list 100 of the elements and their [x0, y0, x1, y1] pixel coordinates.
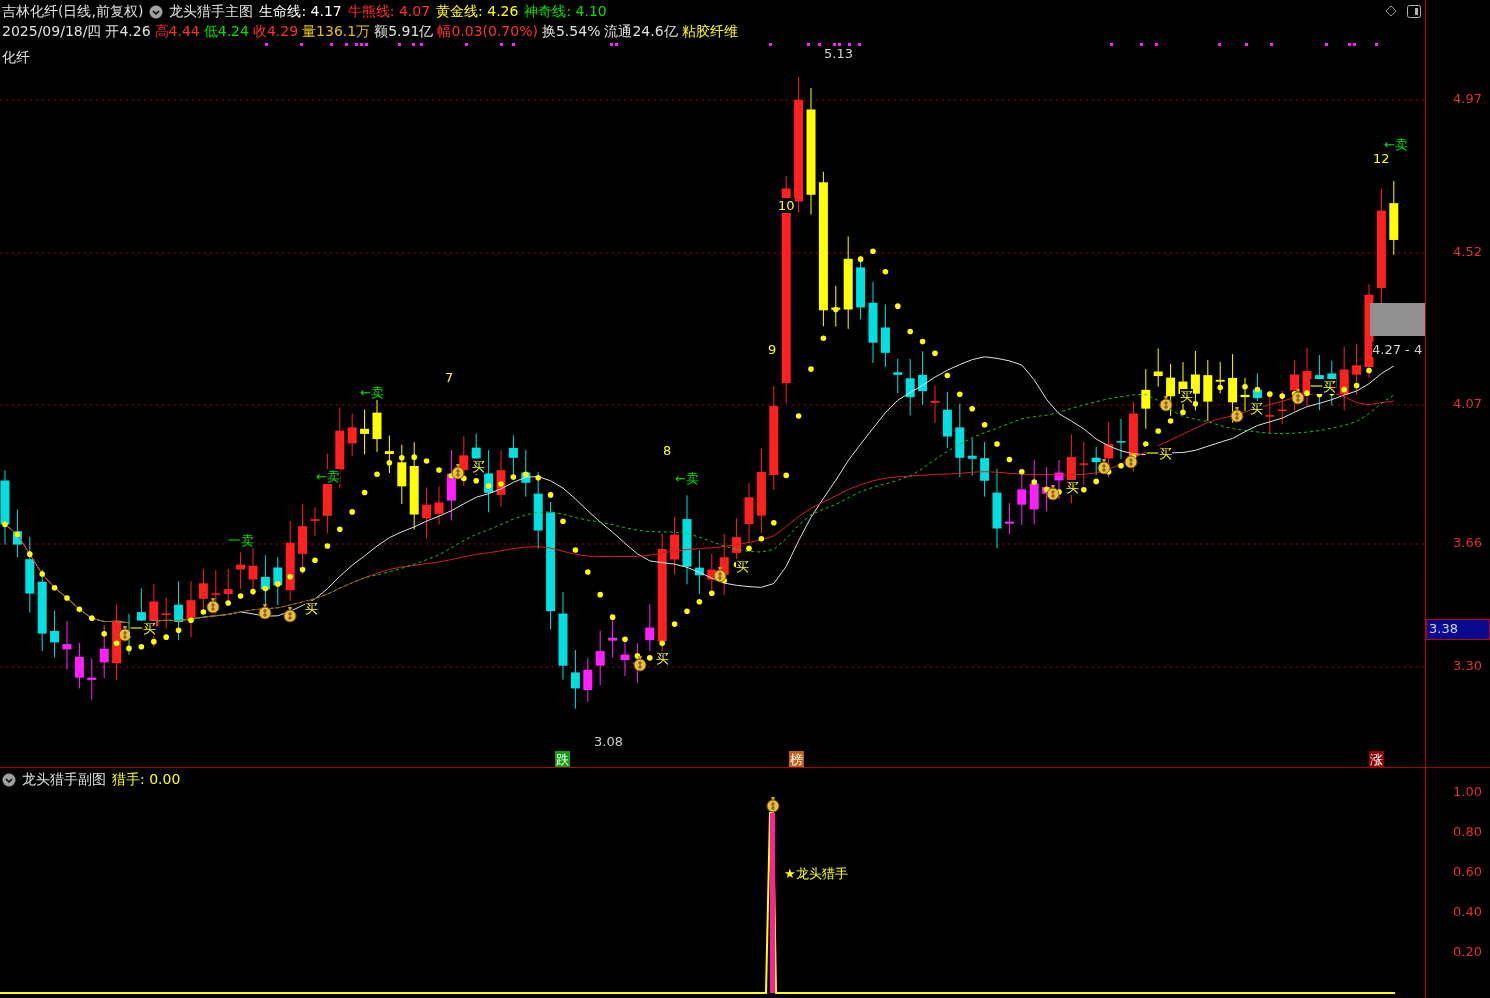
candle	[1116, 418, 1126, 460]
count-label: 9	[768, 342, 777, 357]
sell-label: 一卖	[228, 533, 254, 548]
quote-field: 粘胶纤维	[681, 22, 738, 41]
buy-label: 买	[736, 559, 749, 574]
candle	[1153, 347, 1163, 388]
price-range-block	[1370, 303, 1425, 336]
candle	[74, 642, 84, 689]
dropdown-icon[interactable]	[2, 772, 16, 787]
candle	[694, 549, 704, 595]
diamond-icon[interactable]	[1385, 5, 1397, 17]
quote-field: 幅0.03(0.70%)	[437, 22, 538, 41]
dropdown-icon[interactable]	[149, 4, 164, 19]
quote-field: 流通24.6亿	[604, 22, 678, 41]
money-bag-icon	[1159, 396, 1173, 412]
candle	[930, 385, 940, 424]
quote-field: 额5.91亿	[374, 22, 434, 41]
quote-field: 2025/09/18/四	[2, 22, 102, 41]
money-bag-icon	[633, 656, 647, 672]
candle	[645, 603, 655, 652]
count-label: 10	[778, 198, 795, 213]
candle	[62, 620, 72, 670]
candle	[298, 503, 308, 575]
candle	[1104, 421, 1114, 478]
money-bag-icon	[451, 464, 465, 480]
candle	[1203, 359, 1213, 422]
money-bag-icon	[118, 626, 132, 642]
candle	[496, 449, 506, 508]
candle	[50, 610, 60, 658]
sell-label: ←卖	[316, 469, 340, 484]
candle	[595, 630, 605, 686]
buy-label: 买	[1250, 401, 1263, 416]
money-bag-icon	[1230, 407, 1244, 423]
candle	[161, 597, 171, 629]
price-label: 3.08	[594, 734, 623, 749]
candle	[1029, 459, 1039, 525]
signal-badge: 榜	[789, 751, 804, 767]
candle	[670, 516, 680, 575]
value-tick: 0.20	[1453, 945, 1482, 959]
buy-label: 买	[472, 459, 485, 474]
candle	[893, 358, 903, 394]
indicator-value: 生命线: 4.17	[259, 2, 342, 21]
price-tick: 4.07	[1453, 397, 1482, 411]
count-label: 12	[1373, 151, 1390, 166]
candle	[1339, 346, 1349, 411]
buy-label: 买	[1180, 389, 1193, 404]
candle	[1290, 359, 1300, 412]
candle	[347, 413, 357, 457]
signal-badge: 跌	[555, 751, 570, 767]
buy-label: 一买	[1310, 379, 1336, 394]
signal-badge: 涨	[1369, 751, 1384, 767]
money-bag-icon	[1046, 485, 1060, 501]
candle	[434, 485, 444, 525]
sell-label: ←卖	[675, 471, 699, 486]
candle	[1166, 363, 1176, 417]
quote-field: 量136.1万	[302, 22, 371, 41]
candle	[384, 435, 394, 474]
sell-label: ←卖	[360, 385, 384, 400]
candle	[1352, 343, 1362, 395]
value-tick: 0.60	[1453, 865, 1482, 879]
candle	[1215, 361, 1225, 394]
price-label: 5.13	[824, 46, 853, 61]
buy-label: 一买	[1146, 446, 1172, 461]
money-bag-icon	[1097, 459, 1111, 475]
candle	[99, 624, 109, 679]
candle	[744, 482, 754, 544]
candle	[174, 580, 184, 641]
quote-field: 开4.26	[105, 22, 151, 41]
money-bag-icon	[258, 604, 272, 620]
price-tick: 4.52	[1453, 245, 1482, 259]
price-tick: 3.30	[1453, 659, 1482, 673]
candle	[1004, 502, 1014, 535]
buy-label: 买	[305, 601, 318, 616]
candle	[942, 391, 952, 449]
candle	[422, 486, 432, 539]
money-bag-icon	[206, 598, 220, 614]
sell-label: ←卖	[1384, 137, 1408, 152]
candle	[87, 657, 97, 701]
count-label: 7	[445, 370, 454, 385]
indicator-name: 龙头猎手主图	[169, 2, 254, 21]
quote-field: 收4.29	[252, 22, 299, 41]
money-bag-icon	[1124, 453, 1138, 469]
candle	[211, 569, 221, 615]
indicator-value: 神奇线: 4.10	[524, 2, 607, 21]
quote-field: 高4.44	[154, 22, 200, 41]
indicator-value: 猎手: 0.00	[112, 770, 181, 789]
candle	[570, 649, 580, 710]
candle	[967, 438, 977, 476]
candle	[1017, 474, 1027, 526]
candle	[620, 640, 630, 677]
indicator-value: 黄金线: 4.26	[436, 2, 519, 21]
money-bag-icon	[283, 607, 297, 623]
money-bag-icon	[713, 567, 727, 583]
price-label: 4.27 - 4	[1372, 342, 1423, 357]
buy-label: 买	[1066, 480, 1079, 495]
value-tick: 0.80	[1453, 825, 1482, 839]
candle	[980, 441, 990, 498]
value-tick: 0.40	[1453, 905, 1482, 919]
panel-toggle-icon[interactable]	[1407, 5, 1421, 18]
stock-name: 吉林化纤	[2, 2, 58, 21]
